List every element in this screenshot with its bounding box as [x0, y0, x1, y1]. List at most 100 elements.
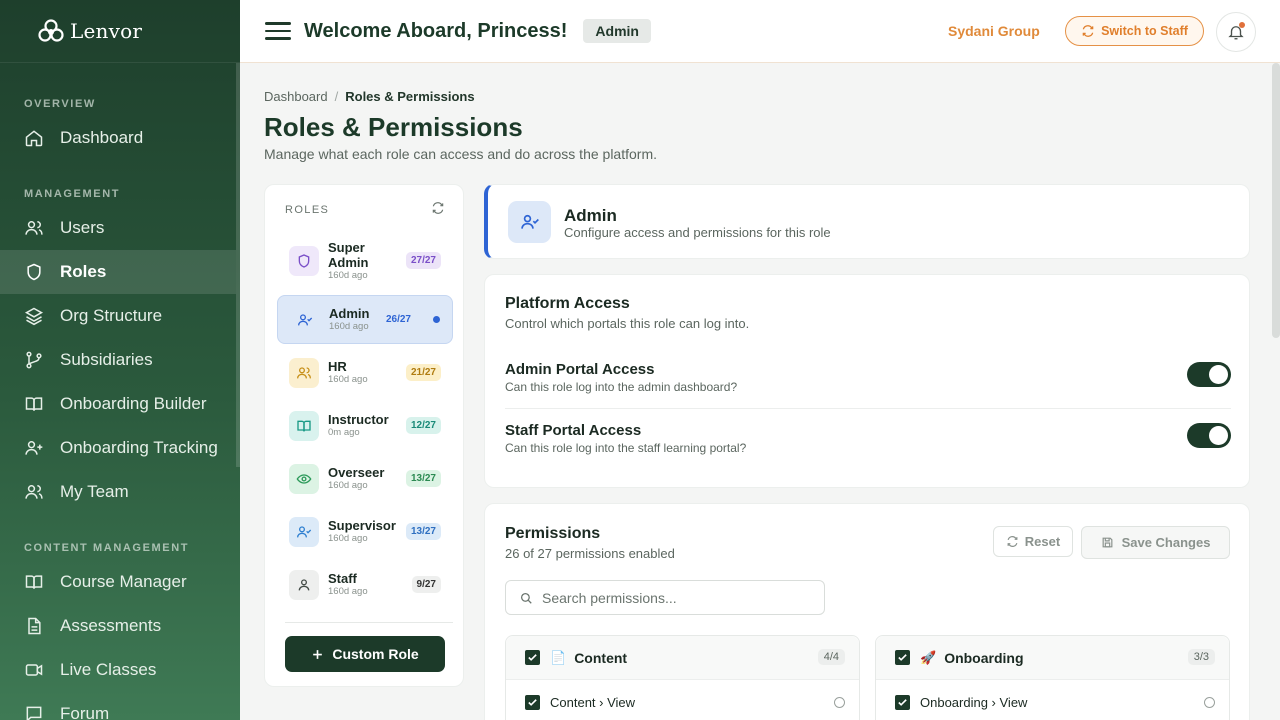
nav-item-label: Org Structure: [60, 306, 163, 325]
save-icon: [1102, 537, 1112, 548]
role-permission-count: 21/27: [405, 364, 441, 381]
permission-name: Content › View: [550, 694, 636, 710]
group-header: 📄 Content 4/4: [506, 636, 859, 680]
nav-item-forum[interactable]: Forum: [0, 692, 236, 720]
custom-role-button[interactable]: Custom Role: [285, 636, 445, 672]
role-icon-box: [508, 201, 551, 243]
nav-item-label: Live Classes: [60, 660, 157, 679]
role-item-supervisor[interactable]: Supervisor 160d ago 13/27: [277, 507, 453, 556]
nav-section-content-management: CONTENT MANAGEMENT: [24, 542, 190, 554]
toggle-label: Staff Portal Access: [505, 422, 642, 439]
role-item-admin[interactable]: Admin 160d ago 26/27: [277, 295, 453, 344]
refresh-icon[interactable]: [431, 201, 445, 215]
shield-icon: [27, 263, 41, 281]
permissions-summary: 26 of 27 permissions enabled: [505, 546, 675, 561]
role-name: Supervisor: [328, 518, 396, 533]
nav-item-label: Course Manager: [60, 572, 187, 591]
users-icon: [25, 485, 43, 499]
brand[interactable]: Lenvor: [0, 0, 240, 63]
chat-icon: [26, 706, 42, 720]
rocket-icon: 🚀: [920, 649, 937, 665]
check-icon: [898, 698, 907, 706]
page-scrollbar[interactable]: [1272, 63, 1280, 338]
role-item-staff[interactable]: Staff 160d ago 9/27: [277, 560, 453, 609]
role-item-hr[interactable]: HR 160d ago 21/27: [277, 348, 453, 397]
switch-to-staff-button[interactable]: Switch to Staff: [1065, 16, 1204, 46]
notification-dot: [1239, 22, 1245, 28]
search-input[interactable]: [542, 589, 812, 606]
role-item-super-admin[interactable]: Super Admin 160d ago 27/27: [277, 236, 453, 285]
role-name: Super Admin: [328, 239, 369, 270]
permission-checkbox[interactable]: [525, 694, 540, 710]
search-icon: [520, 592, 532, 604]
nav-item-my-team[interactable]: My Team: [0, 470, 236, 514]
role-name: HR: [328, 359, 347, 374]
toggle-description: Can this role log into the admin dashboa…: [505, 380, 738, 394]
permission-search: [505, 580, 825, 615]
top-bar: Welcome Aboard, Princess! Admin Sydani G…: [240, 0, 1280, 63]
nav-section-management: MANAGEMENT: [24, 188, 121, 200]
roles-panel: ROLES Super Admin 160d ago 27/27 Admin 1…: [264, 184, 464, 687]
info-icon[interactable]: [834, 697, 845, 708]
admin-portal-access-toggle[interactable]: [1187, 362, 1231, 387]
nav-item-onboarding-builder[interactable]: Onboarding Builder: [0, 382, 236, 426]
nav-item-assessments[interactable]: Assessments: [0, 604, 236, 648]
role-item-overseer[interactable]: Overseer 160d ago 13/27: [277, 454, 453, 503]
nav-item-label: Assessments: [60, 616, 162, 635]
role-updated: 160d ago: [328, 586, 368, 597]
nav-item-org-structure[interactable]: Org Structure: [0, 294, 236, 338]
nav-item-dashboard[interactable]: Dashboard: [0, 116, 236, 160]
nav-item-live-classes[interactable]: Live Classes: [0, 648, 236, 692]
group-checkbox[interactable]: [525, 650, 540, 665]
breadcrumb: Dashboard / Roles & Permissions: [264, 89, 475, 104]
page-title: Roles & Permissions: [264, 112, 523, 142]
group-count: 3/3: [1187, 649, 1215, 665]
permission-checkbox[interactable]: [895, 694, 910, 710]
reset-label: Reset: [1024, 534, 1061, 549]
role-permission-count: 27/27: [405, 252, 441, 269]
sidebar-scrollbar[interactable]: [236, 63, 240, 467]
breadcrumb-current: Roles & Permissions: [345, 89, 475, 104]
notifications-button[interactable]: [1216, 12, 1256, 52]
roles-heading: ROLES: [285, 204, 330, 216]
sidebar: Lenvor OVERVIEW Dashboard MANAGEMENT Use…: [0, 0, 240, 720]
swap-icon: [1082, 25, 1094, 37]
permission-item: Content › View: [506, 680, 859, 720]
user-plus-icon: [25, 441, 43, 455]
nav-item-users[interactable]: Users: [0, 206, 236, 250]
toggle-description: Can this role log into the staff learnin…: [505, 441, 747, 455]
users-icon: [25, 221, 43, 235]
org-name-link[interactable]: Sydani Group: [948, 23, 1040, 39]
toggle-label: Admin Portal Access: [505, 361, 655, 378]
book-icon: [25, 397, 43, 411]
brand-name: Lenvor: [70, 19, 143, 43]
selected-role-description: Configure access and permissions for thi…: [564, 225, 831, 240]
nav-item-label: Onboarding Builder: [60, 394, 207, 413]
nav-item-roles[interactable]: Roles: [0, 250, 236, 294]
staff-portal-access-toggle[interactable]: [1187, 423, 1231, 448]
nav-item-onboarding-tracking[interactable]: Onboarding Tracking: [0, 426, 236, 470]
group-checkbox[interactable]: [895, 650, 910, 665]
permission-group-content: 📄 Content 4/4 Content › View: [505, 635, 860, 720]
nav-item-subsidiaries[interactable]: Subsidiaries: [0, 338, 236, 382]
document-icon: 📄: [550, 649, 567, 665]
nav-item-label: Roles: [60, 262, 107, 281]
role-permission-count: 26/27: [385, 314, 411, 325]
admin-portal-access-row: Admin Portal Access Can this role log in…: [505, 349, 1231, 409]
group-name: Onboarding: [944, 649, 1024, 666]
role-item-instructor[interactable]: Instructor 0m ago 12/27: [277, 401, 453, 450]
nav-item-course-manager[interactable]: Course Manager: [0, 560, 236, 604]
role-updated: 160d ago: [328, 269, 368, 281]
breadcrumb-root-link[interactable]: Dashboard: [264, 89, 328, 104]
save-changes-button[interactable]: Save Changes: [1081, 526, 1230, 559]
group-header: 🚀 Onboarding 3/3: [876, 636, 1229, 680]
role-permission-count: 9/27: [411, 576, 441, 593]
card-title: Permissions: [505, 525, 601, 542]
role-icon-box: [289, 569, 319, 600]
page-subtitle: Manage what each role can access and do …: [264, 146, 657, 162]
info-icon[interactable]: [1204, 697, 1215, 708]
reset-button[interactable]: Reset: [993, 526, 1073, 557]
menu-toggle-icon[interactable]: [265, 18, 291, 44]
check-icon: [898, 654, 907, 661]
selected-role-header: Admin Configure access and permissions f…: [484, 184, 1250, 259]
